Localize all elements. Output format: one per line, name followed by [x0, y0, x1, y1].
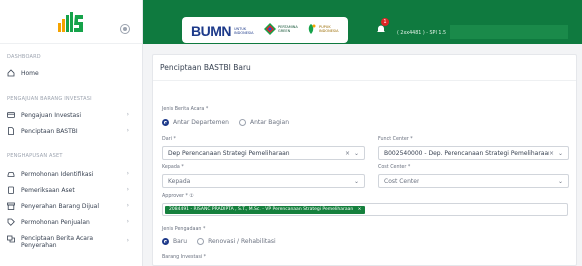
document-icon	[8, 127, 14, 135]
handover-icon	[7, 235, 15, 243]
main-content: Penciptaan BASTBI Baru Jenis Berita Acar…	[143, 44, 582, 266]
radio-baru[interactable]	[162, 238, 169, 245]
kepada-placeholder: Kepada	[168, 177, 191, 185]
sidebar-item-label: Penyerahan Barang Dijual	[21, 202, 100, 210]
dari-label: Dari *	[162, 137, 176, 142]
chevron-right-icon: ›	[126, 186, 129, 193]
section-penghapusan: PENGHAPUSAN ASET	[7, 153, 63, 159]
tag-icon	[7, 218, 15, 226]
radio-label: Antar Bagian	[249, 119, 290, 126]
radio-antar-departemen[interactable]	[162, 119, 169, 126]
sidebar-item-label: Pemeriksaan Aset	[21, 186, 75, 194]
kepada-label: Kepada *	[162, 165, 184, 170]
chevron-right-icon: ›	[126, 218, 129, 225]
card-icon	[7, 112, 15, 118]
cost-center-select[interactable]: Cost Center ⌄	[378, 174, 569, 188]
chevron-right-icon: ›	[126, 111, 129, 118]
sidebar-item-label: Permohonan Penjualan	[21, 218, 90, 226]
chevron-down-icon: ⌄	[353, 177, 359, 185]
section-pengajuan: PENGAJUAN BARANG INVESTASI	[7, 96, 92, 102]
jenis-radio-group: Antar Departemen Antar Bagian	[162, 119, 289, 126]
chevron-down-icon: ⌄	[557, 149, 563, 157]
barang-investasi-label: Barang Investasi *	[162, 255, 207, 260]
approver-field[interactable]: 2084491 - RISANC PRADIPTA , S.T., M.Sc. …	[162, 203, 568, 216]
chevron-down-icon: ⌄	[557, 177, 563, 185]
sidebar-item-label: Home	[21, 69, 39, 77]
redacted-user-name	[450, 25, 568, 39]
bumn-subtitle: UNTUK INDONESIA	[234, 27, 254, 35]
chevron-right-icon: ›	[126, 202, 129, 209]
logo-area	[0, 0, 142, 44]
funct-center-label: Funct Center *	[378, 137, 413, 142]
sidebar-item-penyerahan-barang-dijual[interactable]: Penyerahan Barang Dijual ›	[7, 200, 133, 212]
kepada-select[interactable]: Kepada ⌄	[162, 174, 365, 188]
clear-icon[interactable]: ×	[549, 150, 554, 157]
sidebar-item-permohonan-identifikasi[interactable]: Permohonan Identifikasi ›	[7, 168, 133, 180]
funct-center-value: B002540000 - Dep. Perencanaan Strategi P…	[384, 149, 549, 157]
home-icon	[7, 69, 15, 77]
box-icon	[7, 202, 15, 210]
jenis-berita-acara-label: Jenis Berita Acara *	[162, 107, 209, 112]
sidebar-item-penciptaan-berita-acara[interactable]: Penciptaan Berita Acara Penyerahan ›	[7, 235, 133, 253]
dari-select[interactable]: Dep Perencanaan Strategi Pemeliharaan × …	[162, 146, 365, 160]
form-card: Penciptaan BASTBI Baru Jenis Berita Acar…	[152, 54, 577, 266]
pertamina-logo-icon	[264, 23, 276, 35]
pertamina-label: PERTAMINA GREEN	[278, 25, 298, 33]
sidebar-item-label: Pengajuan Investasi	[21, 111, 82, 119]
radio-antar-bagian[interactable]	[238, 119, 246, 126]
sidebar-item-pemeriksaan-aset[interactable]: Pemeriksaan Aset ›	[7, 184, 133, 196]
radio-label: Antar Departemen	[173, 119, 229, 126]
notification-badge: 1	[381, 18, 389, 26]
sidebar-toggle-icon[interactable]	[120, 24, 130, 34]
section-dashboard: DASHBOARD	[7, 54, 41, 60]
sidebar-item-pengajuan-investasi[interactable]: Pengajuan Investasi ›	[7, 109, 133, 121]
bumn-logo-text: BUMN	[191, 23, 232, 39]
cost-center-label: Cost Center *	[378, 165, 411, 170]
sidebar-item-permohonan-penjualan[interactable]: Permohonan Penjualan ›	[7, 216, 133, 228]
chevron-down-icon: ⌄	[353, 149, 359, 157]
pupuk-logo-icon	[308, 24, 316, 34]
sidebar-item-label: Permohonan Identifikasi	[21, 170, 94, 178]
chevron-right-icon: ›	[126, 127, 129, 134]
app-logo	[58, 12, 83, 32]
user-label[interactable]: ( 2xx4481 ) - SPI 1.5	[397, 31, 446, 36]
pupuk-label: PUPUK INDONESIA	[319, 25, 339, 33]
sidebar-item-penciptaan-bastbi[interactable]: Penciptaan BASTBI ›	[7, 125, 133, 137]
dari-value: Dep Perencanaan Strategi Pemeliharaan	[168, 149, 290, 157]
radio-label: Renovasi / Rehabilitasi	[208, 238, 276, 245]
sidebar: DASHBOARD Home PENGAJUAN BARANG INVESTAS…	[0, 0, 143, 266]
tag-close-icon[interactable]: ×	[358, 207, 362, 212]
chevron-right-icon: ›	[126, 170, 129, 177]
approver-tag: 2084491 - RISANC PRADIPTA , S.T., M.Sc. …	[165, 206, 366, 214]
page-title: Penciptaan BASTBI Baru	[153, 55, 576, 81]
sidebar-item-label: Penciptaan BASTBI	[21, 127, 78, 135]
funct-center-select[interactable]: B002540000 - Dep. Perencanaan Strategi P…	[378, 146, 569, 160]
topbar: BUMN UNTUK INDONESIA PERTAMINA GREEN PUP…	[143, 0, 582, 44]
clear-icon[interactable]: ×	[345, 150, 350, 157]
radio-label: Baru	[173, 238, 188, 245]
approver-label: Approver * ①	[162, 194, 194, 199]
sidebar-item-home[interactable]: Home	[7, 67, 133, 79]
jenis-pengadaan-label: Jenis Pengadaan *	[162, 227, 206, 232]
approver-tag-text: 2084491 - RISANC PRADIPTA , S.T., M.Sc. …	[169, 207, 354, 212]
chevron-right-icon: ›	[126, 237, 129, 244]
sidebar-item-label: Penciptaan Berita Acara Penyerahan	[21, 235, 94, 249]
clipboard-icon	[8, 186, 14, 194]
radio-renovasi[interactable]	[197, 238, 205, 245]
cost-center-placeholder: Cost Center	[384, 177, 420, 185]
bumn-banner: BUMN UNTUK INDONESIA PERTAMINA GREEN PUP…	[182, 17, 348, 43]
car-icon	[7, 172, 15, 177]
pengadaan-radio-group: Baru Renovasi / Rehabilitasi	[162, 238, 276, 245]
